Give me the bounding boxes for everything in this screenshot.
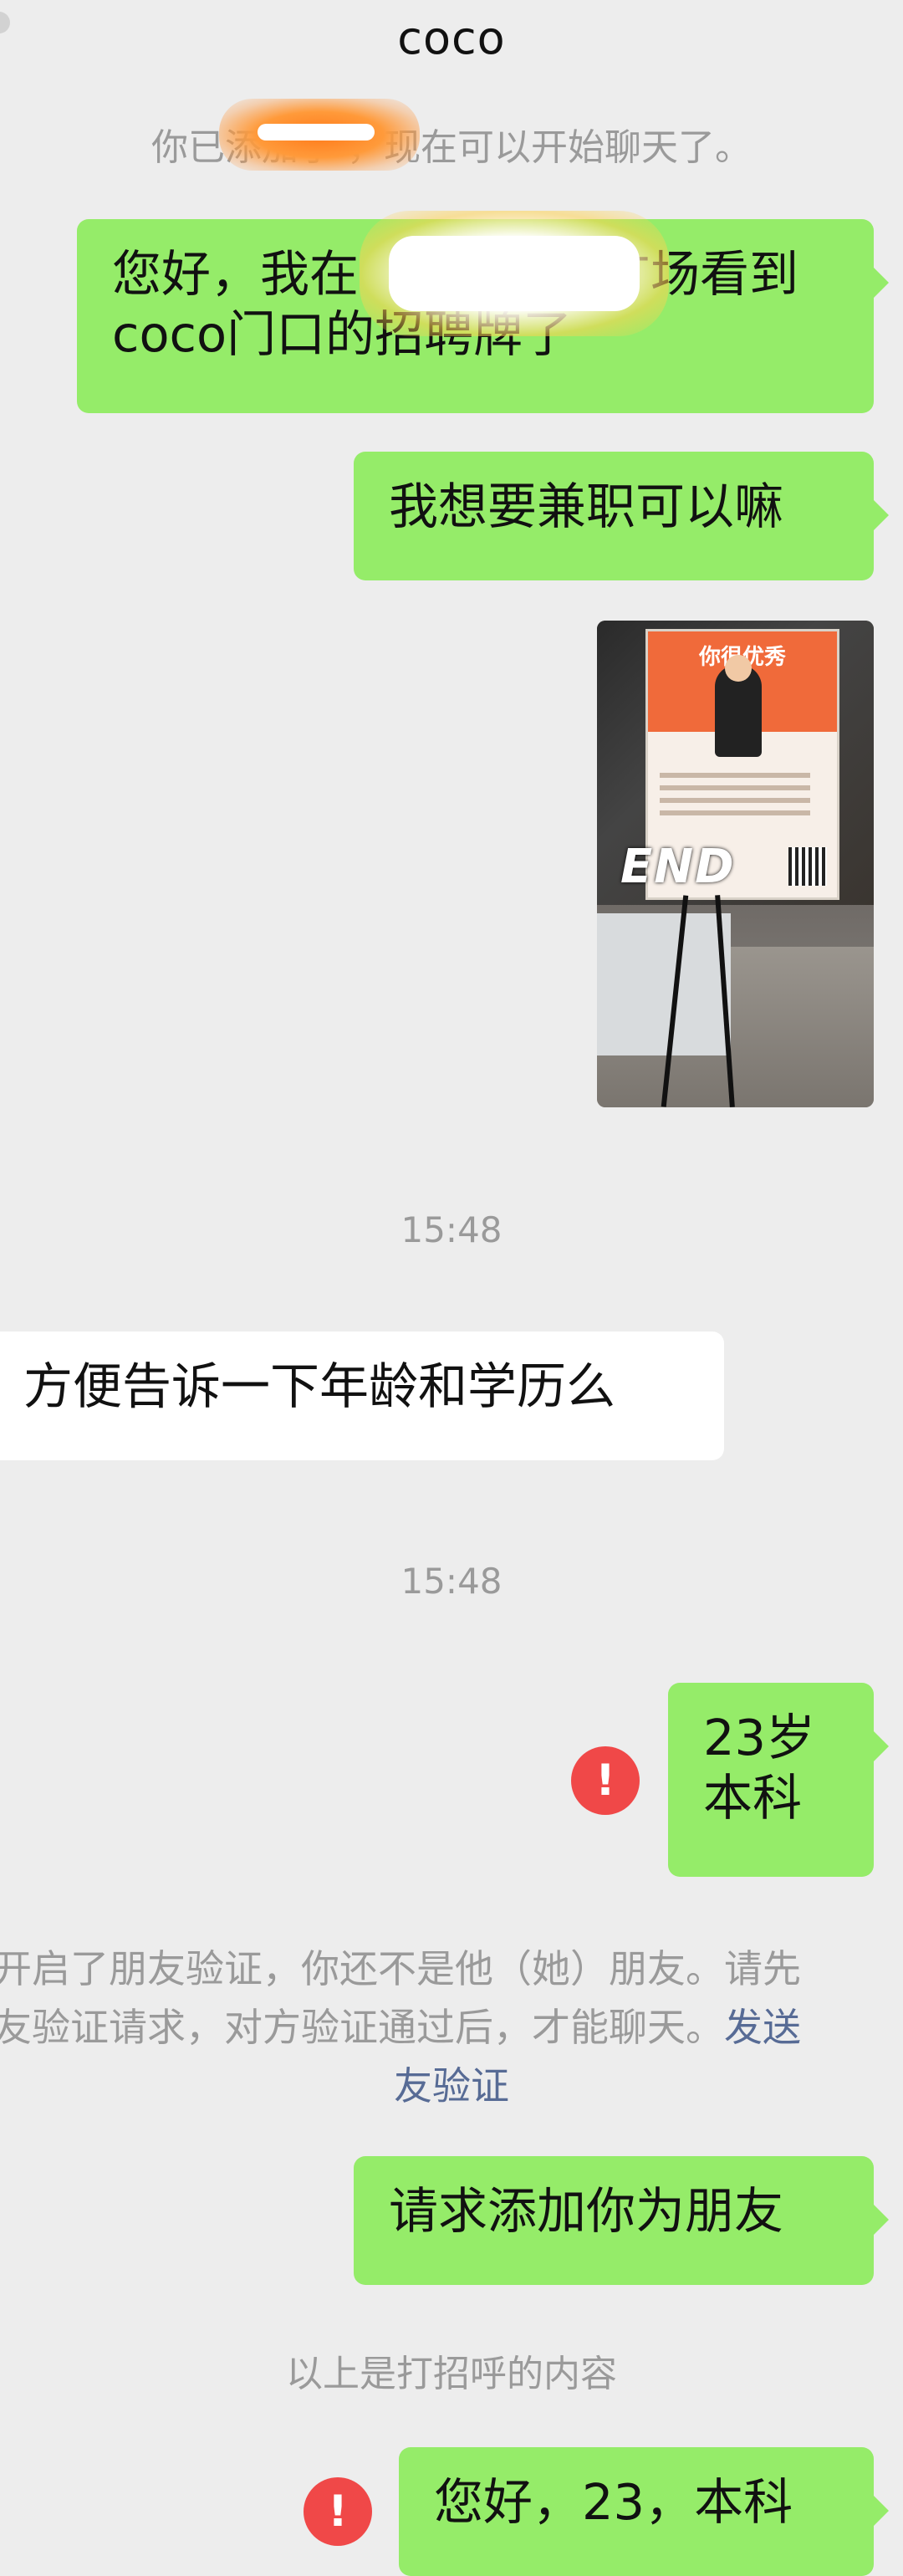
photo-message[interactable]: 你很优秀 END [597,621,874,1107]
redaction-mark [389,236,640,311]
system-added-notice: 你已添加了 ，现在可以开始聊天了。 [151,126,752,169]
chat-title: coco [397,12,506,64]
message-text: 方便告诉一下年龄和学历么 [23,1357,616,1415]
photo-counter [597,913,731,1055]
verify-notice-line3: 友验证 [0,2056,903,2111]
message-text: 请求添加你为朋友 [389,2182,784,2240]
bubble-tail [874,2205,889,2235]
qr-code-icon [788,847,827,886]
verify-notice-line1: 开启了朋友验证，你还不是他（她）朋友。请先 [0,1946,801,1991]
bubble-tail [874,1731,889,1761]
outgoing-message-3[interactable]: 23岁 本科 [668,1683,889,1877]
bubble-tail [874,2496,889,2526]
send-verification-link[interactable]: 发送 [724,2005,801,2050]
outgoing-message-5[interactable]: 您好，23，本科 [399,2447,889,2576]
greeting-note: 以上是打招呼的内容 [286,2353,617,2395]
redaction-stroke [258,124,375,141]
poster-text-lines [660,765,827,823]
exclamation-circle-icon[interactable]: ! [304,2477,372,2546]
poster-face [725,655,752,682]
timestamp: 15:48 [400,1209,503,1250]
message-text: 我想要兼职可以嘛 [389,478,784,535]
verify-text: 友验证请求，对方验证通过后，才能聊天。 [0,2005,724,2050]
message-text: 23岁 [703,1709,816,1766]
message-text: 您好，23，本科 [434,2473,793,2531]
timestamp: 15:48 [400,1561,503,1602]
exclamation-circle-icon[interactable]: ! [571,1746,640,1815]
message-text: 您好，我在 [112,245,360,303]
outgoing-message-4[interactable]: 请求添加你为朋友 [354,2156,889,2285]
send-verification-link-continued[interactable]: 友验证 [394,2063,509,2108]
photo-overlay-text: END [620,840,736,894]
bubble-tail [874,268,889,298]
verify-notice-line2: 友验证请求，对方验证通过后，才能聊天。发送 [0,1997,903,2052]
bubble-tail [874,500,889,530]
incoming-message-1[interactable]: 方便告诉一下年龄和学历么 [0,1331,724,1460]
outgoing-message-2[interactable]: 我想要兼职可以嘛 [354,452,889,580]
message-text: 本科 [703,1769,803,1827]
